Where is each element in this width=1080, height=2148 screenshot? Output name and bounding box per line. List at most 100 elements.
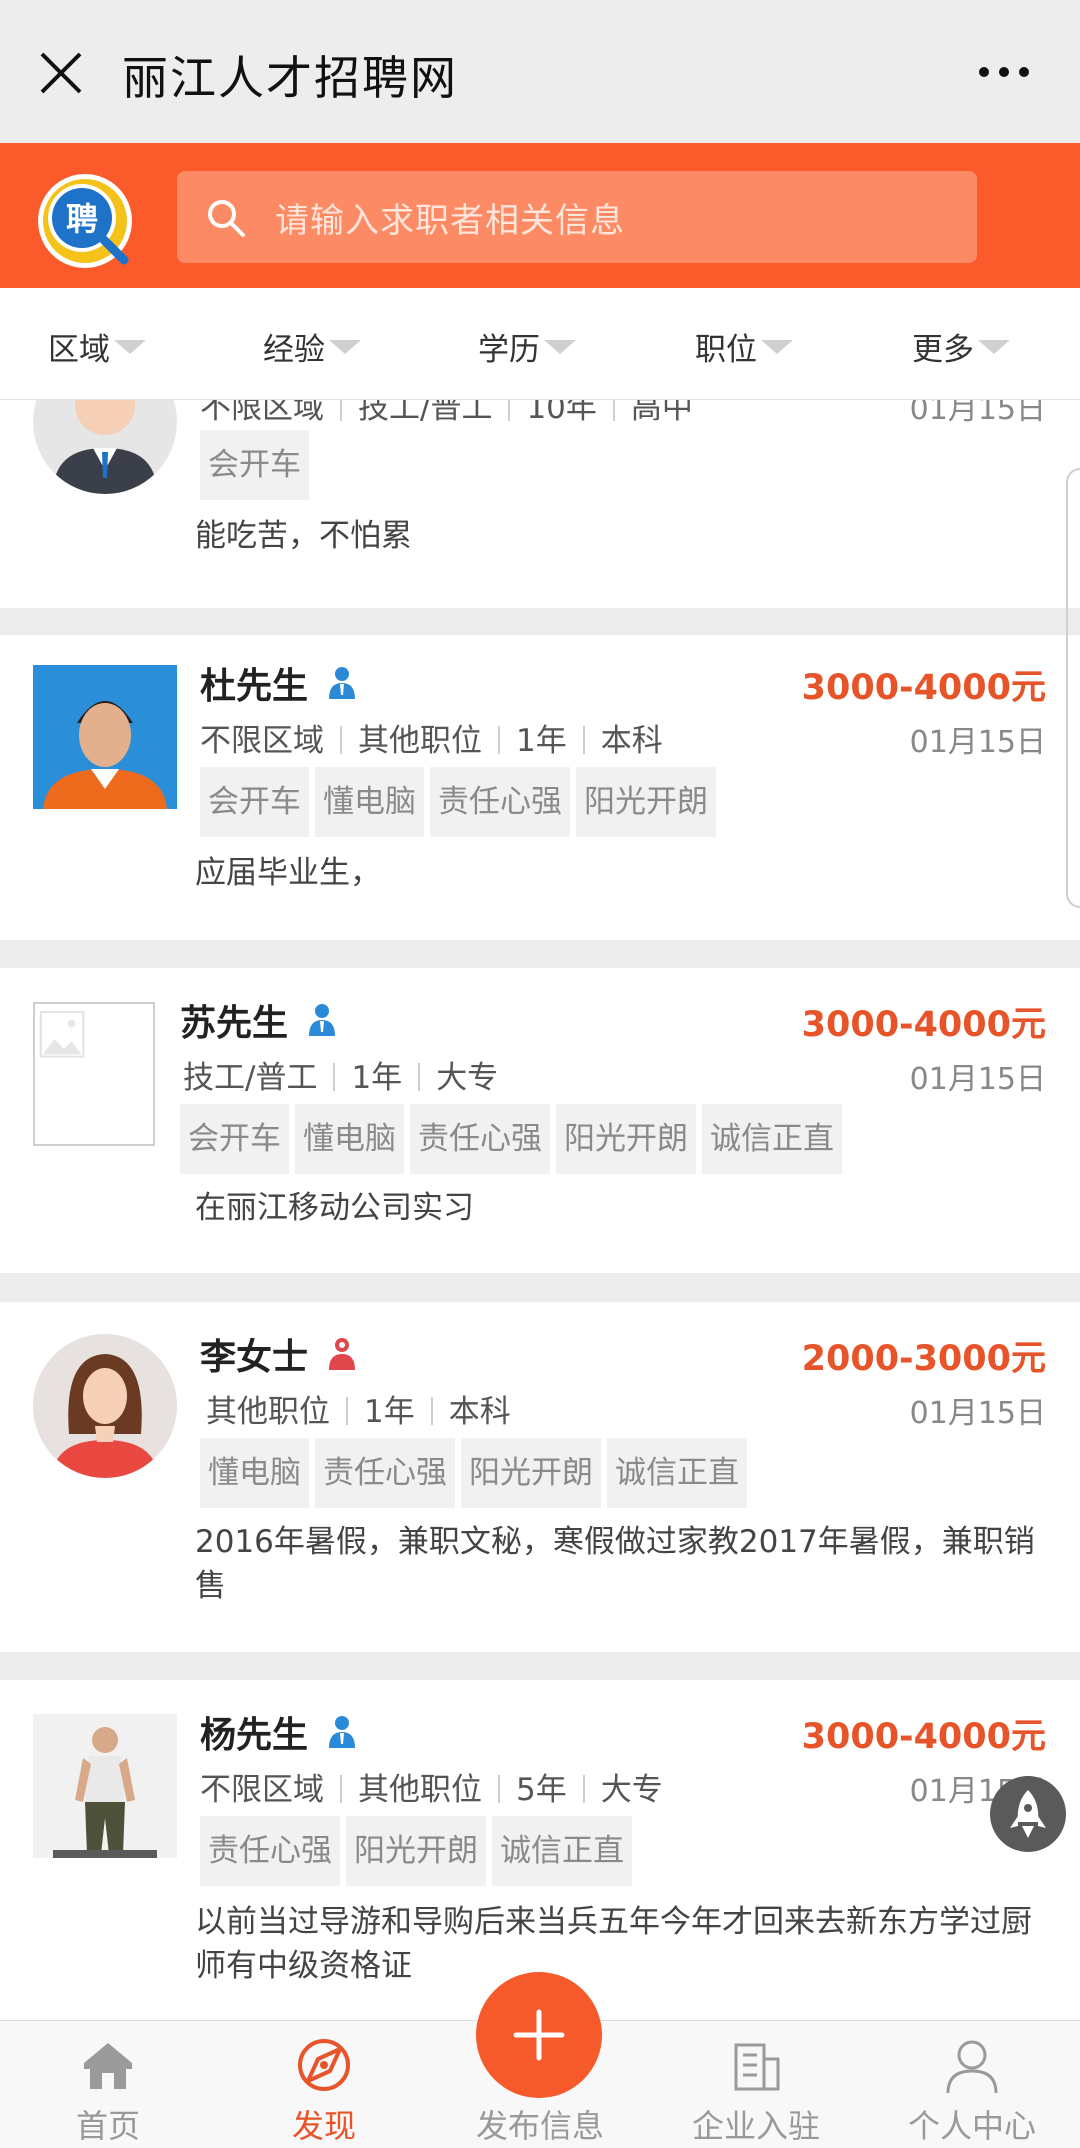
tag: 会开车 — [200, 430, 309, 500]
more-options-icon[interactable] — [976, 60, 1032, 84]
resume-card[interactable]: 李女士 2000-3000元 其他职位 1年 本科 01月15日 懂电脑 责任心强 阳光… — [0, 1302, 1080, 1652]
avatar — [33, 665, 177, 809]
meta-experience: 1年 — [516, 723, 567, 759]
meta-region: 不限区域 — [200, 400, 324, 426]
tag: 会开车 — [180, 1104, 289, 1174]
meta-experience: 5年 — [516, 1772, 567, 1808]
meta-region: 不限区域 — [200, 723, 324, 759]
resume-list: 不限区域技工/普工10年高中 01月15日 会开车 能吃苦，不怕累 杜先生 — [0, 400, 1080, 2020]
filter-more[interactable]: 更多 — [912, 324, 1010, 369]
tag: 会开车 — [200, 767, 309, 837]
tag: 懂电脑 — [200, 1438, 309, 1508]
candidate-name: 苏先生 — [180, 1003, 289, 1044]
resume-card[interactable]: 苏先生 3000-4000元 技工/普工 1年 大专 01月15日 会开车 懂电脑 责任… — [0, 968, 1080, 1273]
meta-position: 其他职位 — [358, 723, 482, 759]
meta-education: 本科 — [600, 723, 663, 759]
title-bar: 丽江人才招聘网 — [0, 0, 1080, 143]
app-logo: 聘 — [38, 174, 132, 268]
post-date: 01月15日 — [909, 400, 1046, 427]
tag: 阳光开朗 — [461, 1438, 601, 1508]
tag: 责任心强 — [200, 1816, 340, 1886]
filter-label: 区域 — [48, 332, 110, 368]
resume-description: 以前当过导游和导购后来当兵五年今年才回来去新东方学过厨师有中级资格证 — [195, 1904, 1032, 1984]
tag: 懂电脑 — [315, 767, 424, 837]
meta-education: 高中 — [630, 400, 693, 426]
resume-meta: 技工/普工 1年 大专 — [183, 1052, 498, 1097]
tag: 责任心强 — [315, 1438, 455, 1508]
tag: 诚信正直 — [702, 1104, 842, 1174]
expected-salary: 3000-4000元 — [801, 1717, 1046, 1757]
meta-education: 本科 — [448, 1394, 511, 1430]
meta-position: 技工/普工 — [183, 1060, 318, 1096]
page-title: 丽江人才招聘网 — [122, 51, 458, 105]
tag: 诚信正直 — [492, 1816, 632, 1886]
tag: 责任心强 — [430, 767, 570, 837]
filter-region[interactable]: 区域 — [48, 324, 146, 369]
home-icon — [84, 2043, 132, 2089]
resume-description: 在丽江移动公司实习 — [195, 1190, 474, 1226]
building-icon — [734, 2043, 780, 2091]
tag-list: 懂电脑 责任心强 阳光开朗 诚信正直 — [200, 1438, 753, 1508]
nav-home[interactable]: 首页 — [0, 2021, 216, 2148]
resume-card[interactable]: 杜先生 3000-4000元 不限区域 其他职位 1年 本科 01月15日 会开车 懂电… — [0, 635, 1080, 940]
filter-position[interactable]: 职位 — [695, 324, 793, 369]
expected-salary: 3000-4000元 — [801, 1005, 1046, 1045]
avatar — [33, 400, 177, 494]
dropdown-arrow-icon — [761, 340, 793, 354]
tag-list: 会开车 懂电脑 责任心强 阳光开朗 — [200, 767, 722, 837]
filter-experience[interactable]: 经验 — [263, 324, 361, 369]
nav-label: 发布信息 — [475, 2107, 604, 2145]
search-icon — [208, 200, 245, 237]
resume-meta: 不限区域 其他职位 1年 本科 — [200, 715, 663, 760]
nav-profile[interactable]: 个人中心 — [864, 2021, 1080, 2148]
tag-list: 会开车 懂电脑 责任心强 阳光开朗 诚信正直 — [180, 1104, 848, 1174]
search-input[interactable]: 请输入求职者相关信息 — [177, 171, 977, 263]
scrollbar[interactable] — [1066, 468, 1080, 908]
resume-meta: 不限区域 技工/普工 10年 高中 — [200, 400, 693, 427]
candidate-name: 杜先生 — [200, 666, 309, 707]
publish-button[interactable] — [476, 1972, 602, 2098]
expected-salary: 3000-4000元 — [801, 668, 1046, 708]
dropdown-arrow-icon — [114, 340, 146, 354]
back-to-top-button[interactable] — [990, 1776, 1066, 1852]
candidate-name: 杨先生 — [200, 1715, 309, 1756]
dropdown-arrow-icon — [544, 340, 576, 354]
discover-icon — [298, 2039, 350, 2091]
expected-salary: 2000-3000元 — [801, 1339, 1046, 1379]
filter-label: 更多 — [912, 332, 974, 368]
meta-education: 大专 — [436, 1060, 499, 1096]
resume-card[interactable]: 杨先生 3000-4000元 不限区域 其他职位 5年 大专 01月15日 责任心强阳… — [0, 1680, 1080, 2020]
meta-position: 技工/普工 — [358, 400, 493, 426]
dropdown-arrow-icon — [978, 340, 1010, 354]
logo-text: 聘 — [66, 200, 98, 238]
rocket-icon — [1010, 1790, 1046, 1838]
page: { "header": { "title": "丽江人才招聘网" }, "sea… — [0, 0, 1080, 2148]
close-icon[interactable] — [36, 48, 86, 98]
resume-meta: 其他职位 1年 本科 — [206, 1386, 511, 1431]
post-date: 01月15日 — [909, 1396, 1046, 1431]
tag: 懂电脑 — [295, 1104, 404, 1174]
nav-label: 发现 — [291, 2107, 356, 2145]
filter-education[interactable]: 学历 — [478, 324, 576, 369]
nav-label: 企业入驻 — [691, 2107, 820, 2145]
search-placeholder: 请输入求职者相关信息 — [275, 201, 625, 241]
filter-label: 学历 — [478, 332, 540, 368]
nav-company[interactable]: 企业入驻 — [648, 2021, 864, 2148]
male-icon — [329, 1716, 355, 1748]
post-date: 01月15日 — [909, 725, 1046, 760]
meta-experience: 1年 — [351, 1060, 403, 1096]
tag: 阳光开朗 — [346, 1816, 486, 1886]
post-date: 01月15日 — [909, 1062, 1046, 1097]
resume-card[interactable]: 不限区域 技工/普工 10年 高中 01月15日 会开车 能吃苦，不怕累 — [0, 400, 1080, 608]
male-icon — [329, 667, 355, 699]
meta-region: 不限区域 — [200, 1772, 324, 1808]
tag: 阳光开朗 — [556, 1104, 696, 1174]
tag-list: 责任心强 阳光开朗 诚信正直 — [200, 1816, 638, 1886]
female-icon — [329, 1338, 355, 1370]
filter-bar: 区域 经验 学历 职位 更多 — [0, 288, 1080, 400]
candidate-name: 李女士 — [200, 1337, 309, 1378]
plus-icon — [513, 2009, 565, 2061]
meta-position: 其他职位 — [206, 1394, 330, 1430]
resume-meta: 不限区域 其他职位 5年 大专 — [200, 1764, 663, 1809]
nav-discover[interactable]: 发现 — [216, 2021, 432, 2148]
